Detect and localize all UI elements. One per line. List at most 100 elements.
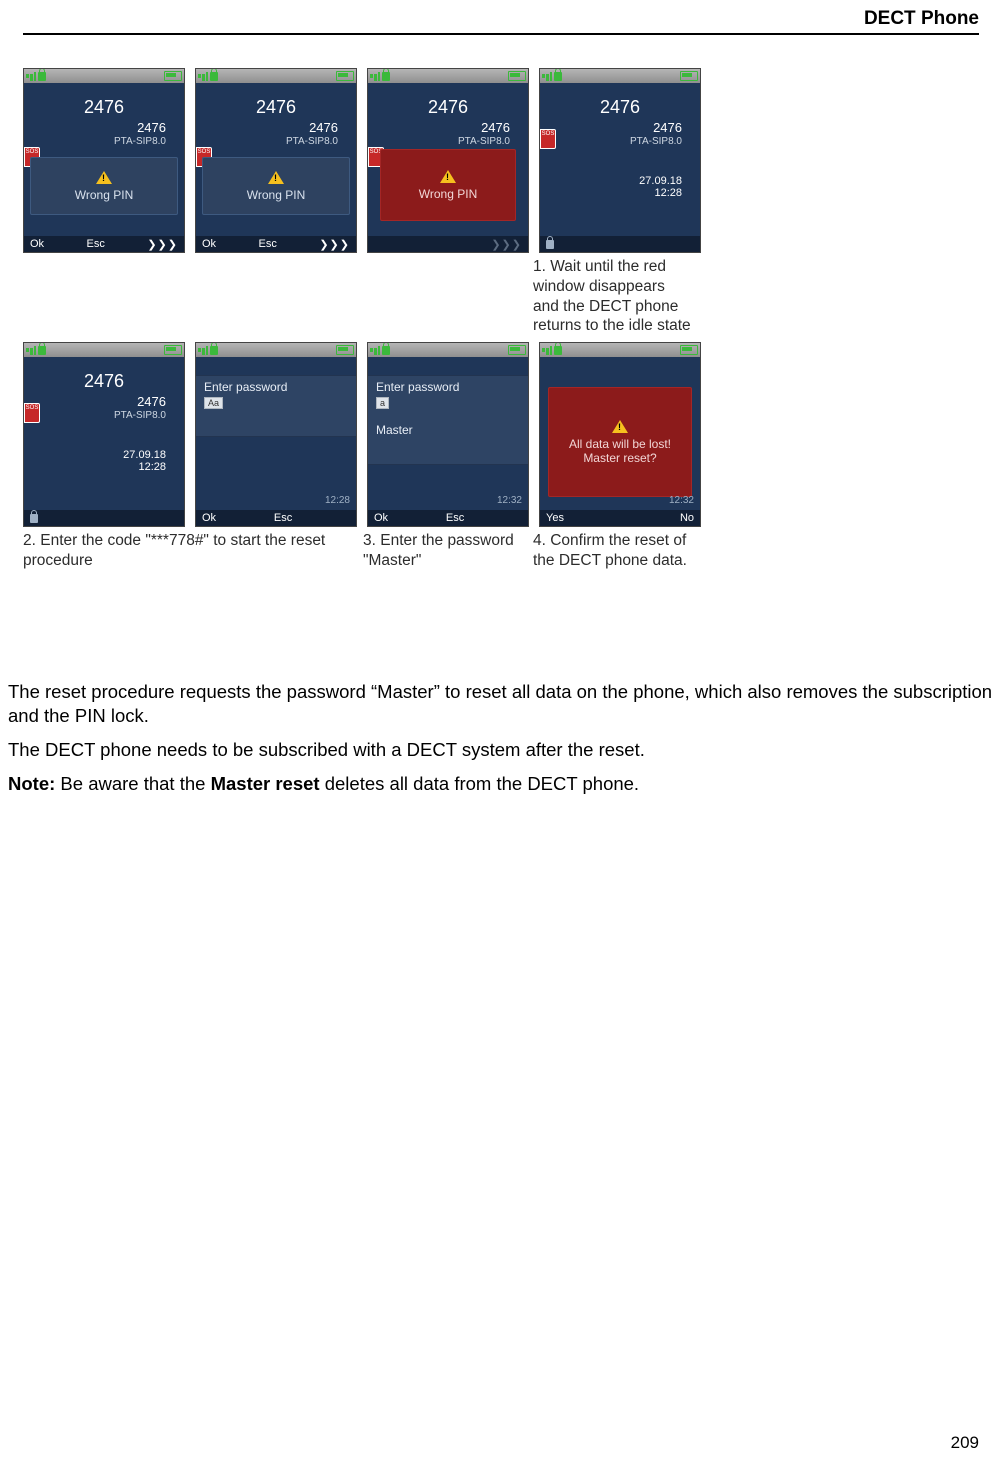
- time: 12:28: [540, 187, 700, 199]
- figure: 2476 2476 PTA-SIP8.0 SOS Wrong PIN Ok Es…: [23, 60, 701, 571]
- screen-r1c2-wrong-pin: 2476 2476 PTA-SIP8.0 SOS Wrong PIN Ok Es…: [195, 68, 357, 253]
- password-panel: Enter password a Master: [368, 375, 528, 465]
- softkey-bar: Ok Esc ❯❯❯: [24, 236, 184, 252]
- date: 27.09.18: [24, 449, 184, 461]
- wrong-pin-dialog-red: Wrong PIN: [380, 149, 516, 221]
- time: 12:28: [24, 461, 184, 473]
- extension-small: 2476: [24, 394, 184, 409]
- home-body: 2476 2476 PTA-SIP8.0 27.09.18 12:28: [540, 83, 700, 236]
- clock: 12:32: [669, 495, 694, 506]
- lock-icon: [382, 72, 390, 81]
- input-mode-indicator: Aa: [204, 397, 223, 409]
- battery-icon: [164, 345, 182, 355]
- page-header-title: DECT Phone: [864, 8, 979, 30]
- status-bar: [196, 69, 356, 83]
- password-value[interactable]: Master: [376, 423, 520, 437]
- note-label: Note:: [8, 773, 55, 794]
- master-reset-dialog: All data will be lost! Master reset?: [548, 387, 692, 497]
- lock-icon: [38, 346, 46, 355]
- signal-icon: [370, 72, 380, 81]
- ptasip-label: PTA-SIP8.0: [196, 136, 356, 147]
- extension-number: 2476: [540, 97, 700, 118]
- battery-icon: [164, 71, 182, 81]
- paragraph-3: Note: Be aware that the Master reset del…: [8, 772, 994, 796]
- softkey-esc[interactable]: Esc: [216, 238, 319, 250]
- softkey-bar: Ok Esc: [196, 510, 356, 526]
- caption-step-1: 1. Wait until the red window disappears …: [533, 257, 693, 336]
- extension-small: 2476: [540, 120, 700, 135]
- battery-icon: [508, 71, 526, 81]
- battery-icon: [680, 71, 698, 81]
- softkey-bar: Ok Esc ❯❯❯: [196, 236, 356, 252]
- wrong-pin-dialog: Wrong PIN: [30, 157, 178, 215]
- softkey-fwd[interactable]: ❯❯❯: [491, 238, 522, 251]
- password-title: Enter password: [376, 380, 520, 394]
- lock-icon: [210, 346, 218, 355]
- warning-icon: [268, 171, 284, 184]
- page-number: 209: [951, 1433, 979, 1453]
- wrong-pin-text: Wrong PIN: [419, 187, 477, 201]
- screens-row-1: 2476 2476 PTA-SIP8.0 SOS Wrong PIN Ok Es…: [23, 68, 701, 253]
- clock: 12:28: [325, 495, 350, 506]
- page-header-rule: [23, 33, 979, 35]
- ptasip-label: PTA-SIP8.0: [24, 410, 184, 421]
- screen-r2c3-enter-password-master: Enter password a Master 12:32 Ok Esc: [367, 342, 529, 527]
- lock-icon: [554, 346, 562, 355]
- extension-number: 2476: [24, 371, 184, 392]
- ptasip-label: PTA-SIP8.0: [368, 136, 528, 147]
- softkey-ok[interactable]: Ok: [30, 238, 44, 250]
- wrong-pin-text: Wrong PIN: [75, 188, 133, 202]
- signal-icon: [370, 346, 380, 355]
- clock: 12:32: [497, 495, 522, 506]
- caption-step-2: 2. Enter the code "***778#" to start the…: [23, 531, 353, 571]
- status-bar: [540, 343, 700, 357]
- note-text-a: Be aware that the: [55, 773, 210, 794]
- home-body: 2476 2476 PTA-SIP8.0 27.09.18 12:28: [24, 357, 184, 510]
- softkey-esc[interactable]: Esc: [388, 512, 522, 524]
- keypad-lock-icon: [30, 514, 38, 523]
- softkey-ok[interactable]: Ok: [202, 238, 216, 250]
- battery-icon: [508, 345, 526, 355]
- softkey-no[interactable]: No: [680, 512, 694, 524]
- paragraph-2: The DECT phone needs to be subscribed wi…: [8, 738, 994, 762]
- signal-icon: [198, 72, 208, 81]
- status-bar: [368, 343, 528, 357]
- softkey-fwd[interactable]: ❯❯❯: [319, 238, 350, 251]
- extension-number: 2476: [196, 97, 356, 118]
- softkey-ok[interactable]: Ok: [202, 512, 216, 524]
- extension-small: 2476: [24, 120, 184, 135]
- status-bar: [368, 69, 528, 83]
- extension-small: 2476: [368, 120, 528, 135]
- sos-icon: SOS: [540, 129, 556, 149]
- softkey-esc[interactable]: Esc: [44, 238, 147, 250]
- status-bar: [24, 69, 184, 83]
- wrong-pin-dialog: Wrong PIN: [202, 157, 350, 215]
- screen-r1c1-wrong-pin: 2476 2476 PTA-SIP8.0 SOS Wrong PIN Ok Es…: [23, 68, 185, 253]
- softkey-bar: Yes No: [540, 510, 700, 526]
- screen-r1c4-idle: 2476 2476 PTA-SIP8.0 27.09.18 12:28 SOS: [539, 68, 701, 253]
- sos-icon: SOS: [24, 403, 40, 423]
- softkey-esc[interactable]: Esc: [216, 512, 350, 524]
- extension-number: 2476: [24, 97, 184, 118]
- screen-r2c2-enter-password: Enter password Aa 12:28 Ok Esc: [195, 342, 357, 527]
- warning-icon: [612, 420, 628, 433]
- extension-number: 2476: [368, 97, 528, 118]
- softkey-yes[interactable]: Yes: [546, 512, 564, 524]
- lock-icon: [554, 72, 562, 81]
- lock-icon: [382, 346, 390, 355]
- screen-r1c3-wrong-pin-red: 2476 2476 PTA-SIP8.0 SOS Wrong PIN ❯❯❯: [367, 68, 529, 253]
- caption-step-4: 4. Confirm the reset of the DECT phone d…: [533, 531, 693, 571]
- signal-icon: [26, 72, 36, 81]
- softkey-ok[interactable]: Ok: [374, 512, 388, 524]
- password-title: Enter password: [204, 380, 348, 394]
- softkey-fwd[interactable]: ❯❯❯: [147, 238, 178, 251]
- battery-icon: [336, 71, 354, 81]
- input-mode-indicator: a: [376, 397, 389, 409]
- status-bar: [24, 343, 184, 357]
- lock-icon: [210, 72, 218, 81]
- note-text-b: deletes all data from the DECT phone.: [320, 773, 639, 794]
- reset-line2: Master reset?: [583, 451, 656, 465]
- ptasip-label: PTA-SIP8.0: [540, 136, 700, 147]
- body-text: The reset procedure requests the passwor…: [0, 680, 1002, 806]
- battery-icon: [336, 345, 354, 355]
